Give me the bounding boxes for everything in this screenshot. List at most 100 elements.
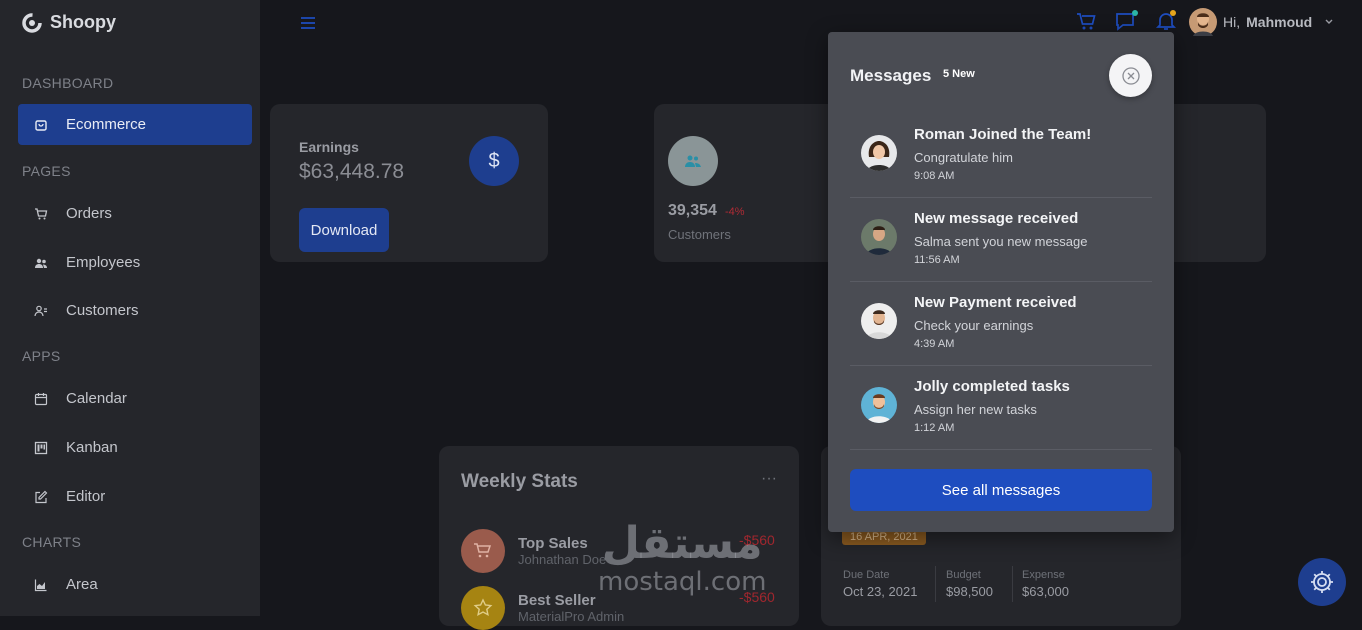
sidebar-item-label: Calendar — [66, 390, 127, 407]
earnings-label: Earnings — [299, 139, 359, 155]
message-item[interactable]: New message received Salma sent you new … — [850, 198, 1152, 282]
section-charts: CHARTS — [22, 534, 82, 550]
users-icon — [35, 258, 47, 268]
message-time: 4:39 AM — [914, 338, 955, 350]
app-logo[interactable]: Shoopy — [22, 12, 116, 33]
stat-title: Best Seller — [518, 592, 596, 609]
bag-icon — [35, 119, 47, 131]
message-time: 11:56 AM — [914, 254, 960, 266]
section-pages: PAGES — [22, 163, 71, 179]
calendar-icon — [34, 392, 48, 405]
avatar — [861, 135, 897, 171]
gear-icon — [1311, 571, 1333, 593]
logo-icon — [22, 12, 42, 33]
close-button[interactable] — [1109, 54, 1152, 97]
message-title: New message received — [914, 210, 1079, 227]
download-button[interactable]: Download — [299, 208, 389, 252]
due-date-label: Due Date — [843, 569, 890, 581]
sidebar-item-label: Employees — [66, 254, 141, 271]
avatar — [861, 219, 897, 255]
stat-amount: -$560 — [739, 532, 775, 548]
due-date-value: Oct 23, 2021 — [843, 584, 918, 599]
sidebar-item-orders[interactable]: Orders — [18, 193, 252, 234]
sidebar-item-ecommerce[interactable]: Ecommerce — [18, 104, 252, 145]
avatar — [861, 303, 897, 339]
avatar — [861, 387, 897, 423]
settings-button[interactable] — [1298, 558, 1346, 606]
message-title: Roman Joined the Team! — [914, 126, 1092, 143]
message-item[interactable]: New Payment received Check your earnings… — [850, 282, 1152, 366]
more-options-icon[interactable]: ··· — [761, 470, 777, 488]
dollar-icon: $ — [469, 136, 519, 186]
weekly-stats-card: Weekly Stats ··· Top Sales Johnathan Doe… — [439, 446, 799, 630]
cart-icon — [35, 207, 48, 219]
message-time: 1:12 AM — [914, 422, 955, 434]
message-subtitle: Check your earnings — [914, 318, 1034, 333]
chevron-down-icon — [1325, 19, 1333, 24]
earnings-card: Earnings $63,448.78 $ Download — [270, 104, 548, 262]
message-subtitle: Congratulate him — [914, 150, 1013, 165]
sidebar-item-label: Area — [66, 576, 98, 593]
edit-icon — [35, 490, 48, 503]
sidebar-item-label: Customers — [66, 302, 139, 319]
cart-icon — [461, 529, 505, 573]
sidebar-item-label: Editor — [66, 488, 106, 505]
sidebar-item-label: Ecommerce — [66, 116, 147, 133]
new-count-badge: 5 New — [943, 68, 975, 80]
list-item[interactable]: Best Seller MaterialPro Admin — [461, 586, 624, 630]
budget-value: $98,500 — [946, 584, 993, 599]
sidebar-item-label: Kanban — [66, 439, 118, 456]
budget-label: Budget — [946, 569, 981, 581]
user-greeting: Hi, — [1223, 14, 1241, 30]
sidebar-item-customers[interactable]: Customers — [18, 290, 252, 331]
user-list-icon — [34, 305, 47, 316]
kanban-icon — [34, 441, 48, 454]
avatar — [1189, 8, 1217, 36]
stat-subtitle: Johnathan Doe — [518, 552, 607, 567]
users-icon — [685, 155, 701, 167]
divider — [935, 566, 936, 602]
message-item[interactable]: Roman Joined the Team! Congratulate him … — [850, 114, 1152, 198]
close-icon — [1121, 66, 1140, 85]
message-subtitle: Salma sent you new message — [914, 234, 1088, 249]
menu-toggle-icon[interactable] — [299, 15, 317, 31]
sidebar-item-area[interactable]: Area — [18, 564, 252, 605]
weekly-stats-title: Weekly Stats — [461, 471, 578, 492]
stat-subtitle: MaterialPro Admin — [518, 609, 625, 624]
list-item[interactable]: Top Sales Johnathan Doe — [461, 529, 606, 573]
customers-label: Customers — [668, 227, 731, 242]
star-icon — [461, 586, 505, 630]
divider — [1012, 566, 1013, 602]
message-time: 9:08 AM — [914, 170, 955, 182]
message-subtitle: Assign her new tasks — [914, 402, 1037, 417]
customers-change: -4% — [724, 206, 745, 218]
message-item[interactable]: Jolly completed tasks Assign her new tas… — [850, 366, 1152, 450]
stat-amount: -$560 — [739, 589, 775, 605]
earnings-value: $63,448.78 — [299, 160, 405, 183]
notification-bell-icon[interactable] — [1154, 9, 1178, 33]
message-title: Jolly completed tasks — [914, 378, 1070, 395]
area-chart-icon — [34, 579, 47, 591]
message-title: New Payment received — [914, 294, 1077, 311]
expense-label: Expense — [1022, 569, 1065, 581]
sidebar-item-employees[interactable]: Employees — [18, 242, 252, 283]
user-menu[interactable]: Hi, Mahmoud — [1189, 8, 1334, 36]
section-dashboard: DASHBOARD — [22, 75, 114, 91]
sidebar: Shoopy DASHBOARD Ecommerce PAGES Orders … — [0, 0, 260, 616]
section-apps: APPS — [22, 348, 61, 364]
messages-dropdown: Messages 5 New Roman Joined the Team! Co… — [828, 32, 1174, 532]
stat-title: Top Sales — [518, 535, 588, 552]
cart-icon[interactable] — [1076, 12, 1098, 32]
expense-value: $63,000 — [1022, 584, 1069, 599]
customers-icon — [668, 136, 718, 186]
see-all-messages-button[interactable]: See all messages — [850, 469, 1152, 511]
user-name: Mahmoud — [1246, 14, 1313, 30]
sidebar-item-editor[interactable]: Editor — [18, 476, 252, 517]
sidebar-item-calendar[interactable]: Calendar — [18, 378, 252, 419]
sidebar-item-kanban[interactable]: Kanban — [18, 427, 252, 468]
messages-title: Messages — [850, 66, 932, 85]
app-name: Shoopy — [50, 12, 116, 32]
customers-count: 39,354 — [668, 202, 717, 219]
sidebar-item-label: Orders — [66, 205, 112, 222]
chat-icon[interactable] — [1114, 9, 1140, 33]
